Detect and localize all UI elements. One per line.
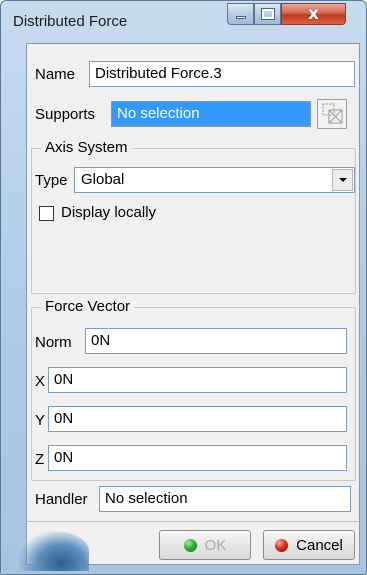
norm-field[interactable]: 0N (85, 328, 347, 354)
z-label: Z (35, 451, 45, 468)
window-title: Distributed Force (13, 13, 128, 30)
dialog-body: Name Distributed Force.3 Supports No sel… (26, 43, 360, 565)
close-button[interactable]: x (281, 3, 346, 25)
handler-label: Handler (35, 491, 88, 508)
multi-select-icon[interactable] (317, 99, 347, 129)
supports-label: Supports (35, 106, 96, 123)
cancel-label: Cancel (296, 536, 343, 554)
dialog-window: Distributed Force x Name Distributed For… (0, 0, 367, 575)
handler-field[interactable]: No selection (99, 486, 351, 512)
y-label: Y (35, 412, 46, 429)
close-icon: x (308, 4, 319, 24)
z-field[interactable]: 0N (48, 445, 347, 471)
ok-button[interactable]: OK (159, 530, 251, 560)
name-field[interactable]: Distributed Force.3 (89, 61, 355, 87)
ok-label: OK (204, 536, 227, 554)
supports-field[interactable]: No selection (111, 101, 311, 127)
display-locally-label: Display locally (61, 204, 157, 221)
y-field[interactable]: 0N (48, 406, 347, 432)
norm-label: Norm (35, 334, 72, 351)
display-locally-checkbox[interactable] (39, 206, 54, 221)
title-bar[interactable]: Distributed Force x (1, 1, 366, 43)
type-select-value: Global (81, 171, 125, 188)
name-label: Name (35, 66, 76, 83)
footer-divider (27, 521, 359, 522)
cancel-button[interactable]: Cancel (263, 530, 355, 560)
x-field[interactable]: 0N (48, 367, 347, 393)
type-label: Type (35, 172, 68, 189)
axis-system-title: Axis System (41, 139, 132, 157)
maximize-button[interactable] (254, 3, 281, 25)
maximize-icon (260, 8, 275, 20)
type-select[interactable]: Global (74, 167, 355, 193)
x-label: X (35, 373, 46, 390)
minimize-icon (235, 15, 246, 19)
force-vector-title: Force Vector (41, 298, 135, 316)
app-logo-swoosh (19, 531, 89, 571)
ok-icon (183, 538, 197, 552)
chevron-down-icon[interactable] (332, 169, 353, 191)
minimize-button[interactable] (227, 3, 254, 25)
cancel-icon (275, 538, 289, 552)
